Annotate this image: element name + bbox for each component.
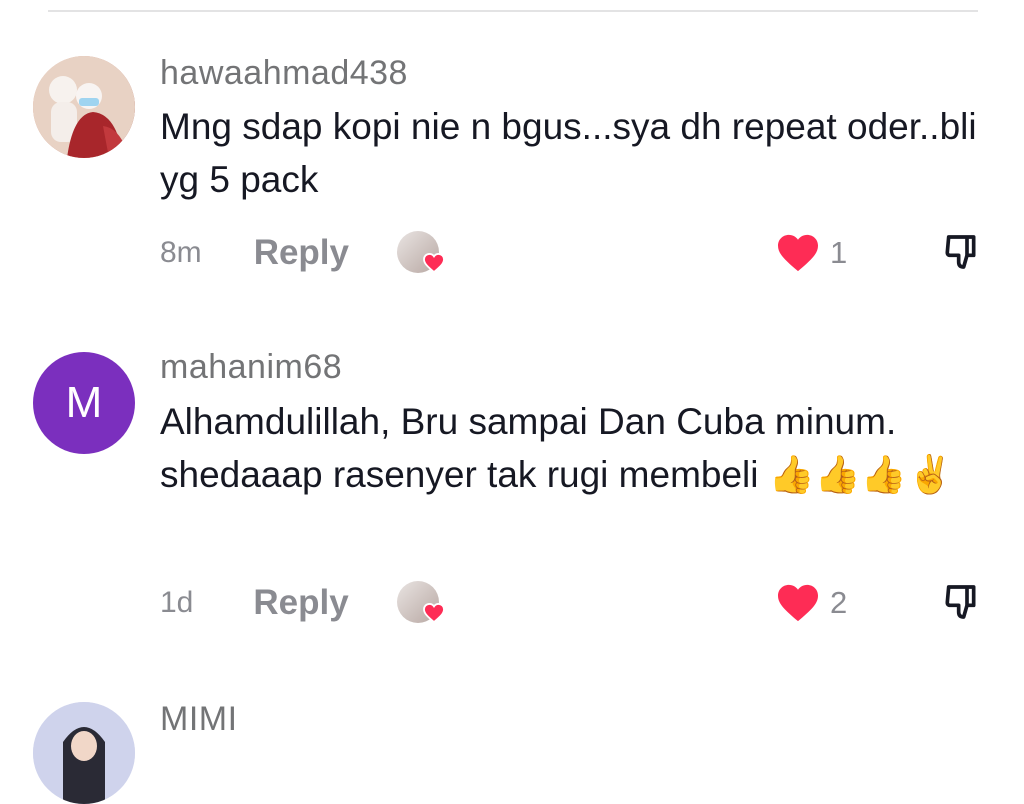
avatar-photo-icon bbox=[33, 56, 135, 158]
comment-text: Mng sdap kopi nie n bgus...sya dh repeat… bbox=[160, 106, 977, 200]
username[interactable]: MIMI bbox=[160, 700, 238, 739]
heart-icon bbox=[423, 253, 445, 273]
avatar-letter: M bbox=[65, 378, 103, 427]
heart-icon bbox=[778, 234, 818, 272]
dislike-icon[interactable] bbox=[942, 582, 982, 622]
reply-button[interactable]: Reply bbox=[254, 233, 349, 273]
comment-text: Alhamdulillah, Bru sampai Dan Cuba minum… bbox=[160, 401, 954, 495]
liked-by-creator-badge bbox=[397, 231, 445, 275]
comment-actions: 1d Reply bbox=[160, 578, 445, 628]
reply-button[interactable]: Reply bbox=[253, 583, 348, 623]
user-avatar[interactable] bbox=[33, 56, 135, 158]
comment-time: 1d bbox=[160, 586, 194, 619]
user-avatar[interactable]: M bbox=[33, 352, 135, 454]
comment-time: 8m bbox=[160, 236, 202, 269]
comment-actions: 8m Reply bbox=[160, 228, 445, 278]
liked-by-creator-badge bbox=[396, 581, 445, 625]
heart-icon bbox=[778, 584, 818, 622]
avatar-photo-icon bbox=[33, 702, 135, 804]
username[interactable]: hawaahmad438 bbox=[160, 54, 408, 93]
top-divider bbox=[48, 10, 978, 12]
like-button[interactable]: 1 bbox=[776, 228, 847, 278]
like-count: 1 bbox=[830, 235, 848, 270]
username[interactable]: mahanim68 bbox=[160, 348, 342, 387]
dislike-icon[interactable] bbox=[942, 232, 982, 272]
heart-icon bbox=[422, 603, 445, 623]
like-count: 2 bbox=[830, 585, 848, 620]
user-avatar[interactable] bbox=[33, 702, 135, 804]
like-button[interactable]: 2 bbox=[776, 578, 847, 628]
